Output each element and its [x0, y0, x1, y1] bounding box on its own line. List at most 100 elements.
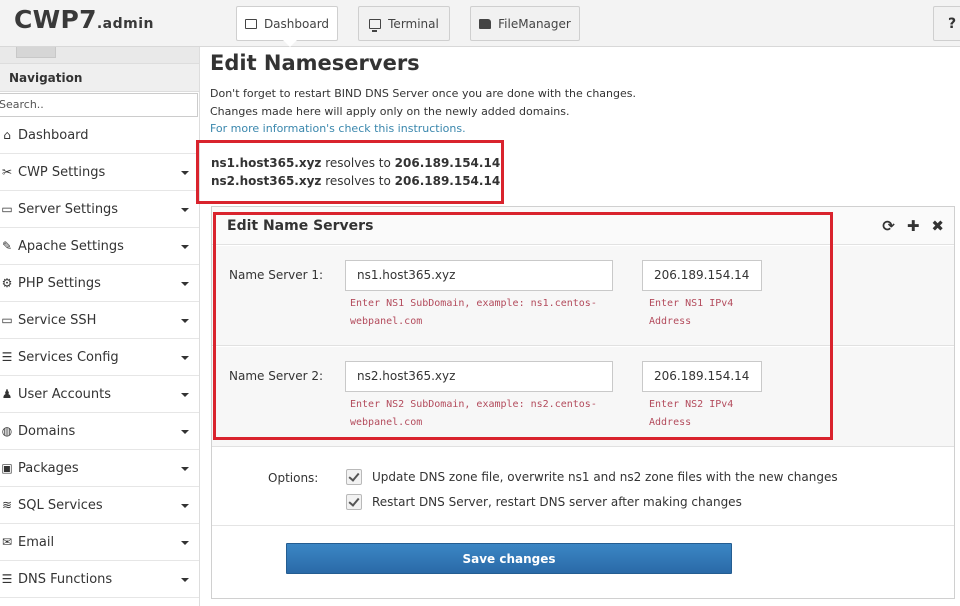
sidebar-item-domains[interactable]: ◍ Domains [0, 413, 199, 450]
sidebar-item-label: User Accounts [18, 386, 112, 402]
sidebar-item-label: Service SSH [18, 312, 97, 328]
terminal-button-label: Terminal [388, 16, 439, 31]
edit-highlight-box [213, 212, 833, 440]
app-logo[interactable]: CWP7.admin [14, 5, 154, 34]
resolve-ns1: ns1.host365.xyz resolves to 206.189.154.… [211, 154, 500, 172]
update-zone-option: Update DNS zone file, overwrite ns1 and … [346, 469, 838, 485]
restart-dns-label: Restart DNS Server, restart DNS server a… [372, 495, 742, 509]
active-tab-pointer [283, 40, 297, 47]
logo-sub: .admin [96, 16, 154, 32]
help-button[interactable]: ? [933, 6, 960, 41]
sidebar-item-server-settings[interactable]: ▭ Server Settings [0, 191, 199, 228]
folder-icon [479, 18, 492, 29]
chevron-down-icon [181, 245, 189, 249]
feather-icon: ✎ [1, 239, 13, 253]
monitor-icon: ▭ [1, 313, 13, 327]
top-bar: CWP7.admin Dashboard Terminal FileManage… [0, 0, 960, 47]
sidebar-menu: ⌂ Dashboard ✂ CWP Settings ▭ Server Settings ✎… [0, 117, 199, 598]
help-button-label: ? [948, 16, 957, 32]
sidebar-item-apache-settings[interactable]: ✎ Apache Settings [0, 228, 199, 265]
restart-dns-option: Restart DNS Server, restart DNS server a… [346, 494, 742, 510]
resolve-ns2-ip: 206.189.154.14 [394, 174, 501, 188]
options-divider [212, 525, 954, 526]
sidebar-item-dns-functions[interactable]: ☰ DNS Functions [0, 561, 199, 598]
terminal-button[interactable]: Terminal [358, 6, 450, 41]
resolve-ns1-text: resolves to [321, 156, 395, 170]
options-label: Options: [268, 471, 319, 485]
sidebar-toggle[interactable] [16, 47, 56, 58]
sidebar-item-user-accounts[interactable]: ♟ User Accounts [0, 376, 199, 413]
refresh-icon[interactable]: ⟳ [882, 217, 895, 235]
filemanager-button[interactable]: FileManager [470, 6, 580, 41]
resolve-ns2-text: resolves to [321, 174, 395, 188]
sidebar-item-label: Apache Settings [18, 238, 124, 254]
intro-line-1: Don't forget to restart BIND DNS Server … [210, 87, 636, 100]
sidebar-item-label: PHP Settings [18, 275, 101, 291]
update-zone-checkbox[interactable] [346, 469, 362, 485]
chevron-down-icon [181, 430, 189, 434]
sidebar-item-label: SQL Services [18, 497, 103, 513]
database-icon: ≋ [1, 498, 13, 512]
chevron-down-icon [181, 282, 189, 286]
tools-icon: ✂ [1, 165, 13, 179]
save-changes-button[interactable]: Save changes [286, 543, 732, 574]
intro-line-2: Changes made here will apply only on the… [210, 104, 570, 118]
sidebar-item-php-settings[interactable]: ⚙ PHP Settings [0, 265, 199, 302]
dashboard-button[interactable]: Dashboard [236, 6, 338, 41]
update-zone-label: Update DNS zone file, overwrite ns1 and … [372, 470, 838, 484]
dashboard-button-label: Dashboard [263, 16, 330, 31]
navigation-heading: Navigation [0, 63, 199, 92]
chevron-down-icon [181, 171, 189, 175]
restart-dns-checkbox[interactable] [346, 494, 362, 510]
sidebar-search-input[interactable]: Search.. [0, 93, 198, 117]
chevron-down-icon [181, 504, 189, 508]
list-icon: ☰ [1, 350, 13, 364]
sidebar-item-service-ssh[interactable]: ▭ Service SSH [0, 302, 199, 339]
sidebar-item-label: Dashboard [18, 127, 89, 143]
sidebar-item-label: Server Settings [18, 201, 119, 217]
envelope-icon: ✉ [1, 535, 13, 549]
sidebar-item-email[interactable]: ✉ Email [0, 524, 199, 561]
user-icon: ♟ [1, 387, 13, 401]
sidebar-item-dashboard[interactable]: ⌂ Dashboard [0, 117, 199, 154]
sidebar-item-label: DNS Functions [18, 571, 113, 587]
sidebar-item-packages[interactable]: ▣ Packages [0, 450, 199, 487]
chevron-down-icon [181, 467, 189, 471]
logo-text: CWP7 [14, 5, 97, 34]
sidebar-item-services-config[interactable]: ☰ Services Config [0, 339, 199, 376]
intro-text: Don't forget to restart BIND DNS Server … [210, 85, 636, 138]
chevron-down-icon [181, 356, 189, 360]
sidebar-item-cwp-settings[interactable]: ✂ CWP Settings [0, 154, 199, 191]
monitor-icon [244, 18, 257, 29]
close-icon[interactable]: ✖ [931, 217, 944, 235]
terminal-icon [369, 18, 382, 32]
list-icon: ☰ [1, 572, 13, 586]
sidebar-item-label: Domains [18, 423, 76, 439]
chevron-down-icon [181, 319, 189, 323]
resolve-ns1-host: ns1.host365.xyz [211, 156, 322, 170]
resolve-ns1-ip: 206.189.154.14 [394, 156, 501, 170]
sidebar-item-label: Email [18, 534, 55, 550]
sidebar-item-label: Services Config [18, 349, 119, 365]
globe-icon: ◍ [1, 424, 13, 438]
sidebar-top-strip [0, 47, 199, 63]
expand-icon[interactable]: ✚ [907, 217, 920, 235]
instructions-link[interactable]: For more information's check this instru… [210, 120, 636, 138]
resolve-info: ns1.host365.xyz resolves to 206.189.154.… [211, 154, 500, 190]
sidebar: Navigation Search.. ⌂ Dashboard ✂ CWP Setti… [0, 47, 200, 606]
chevron-down-icon [181, 208, 189, 212]
sidebar-item-sql-services[interactable]: ≋ SQL Services [0, 487, 199, 524]
resolve-ns2: ns2.host365.xyz resolves to 206.189.154.… [211, 172, 500, 190]
home-icon: ⌂ [3, 128, 11, 142]
chevron-down-icon [181, 578, 189, 582]
filemanager-button-label: FileManager [498, 16, 571, 31]
chevron-down-icon [181, 541, 189, 545]
page-title: Edit Nameservers [210, 51, 420, 75]
monitor-icon: ▭ [1, 202, 13, 216]
resolve-ns2-host: ns2.host365.xyz [211, 174, 322, 188]
cubes-icon: ▣ [1, 461, 13, 475]
widget-tools: ⟳ ✚ ✖ [882, 217, 944, 235]
chevron-down-icon [181, 393, 189, 397]
sidebar-item-label: Packages [18, 460, 79, 476]
sidebar-item-label: CWP Settings [18, 164, 106, 180]
